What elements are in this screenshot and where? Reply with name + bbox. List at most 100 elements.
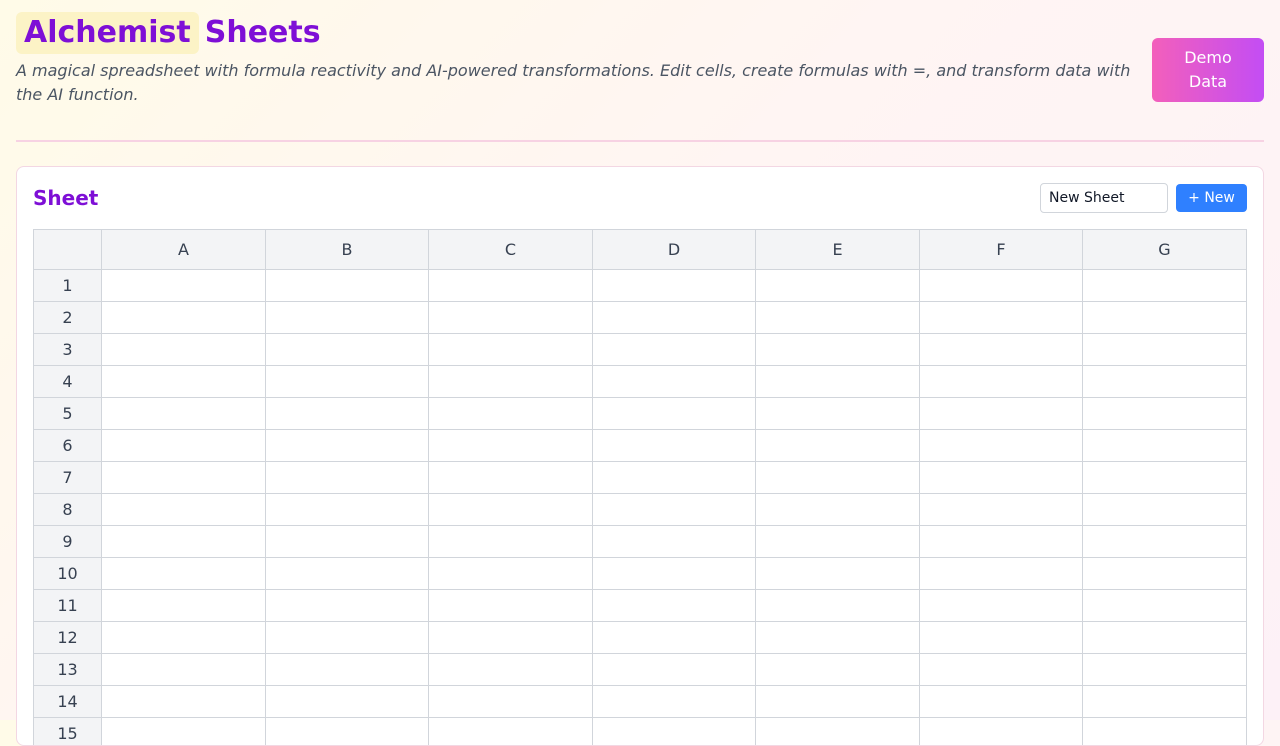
grid-cell[interactable] <box>266 398 429 430</box>
grid-cell[interactable] <box>429 526 593 558</box>
grid-cell[interactable] <box>920 430 1083 462</box>
grid-cell[interactable] <box>593 270 756 302</box>
grid-cell[interactable] <box>429 590 593 622</box>
grid-cell[interactable] <box>756 494 920 526</box>
grid-cell[interactable] <box>920 366 1083 398</box>
grid-cell[interactable] <box>593 590 756 622</box>
grid-cell[interactable] <box>920 398 1083 430</box>
grid-cell[interactable] <box>1083 270 1247 302</box>
row-header[interactable]: 10 <box>34 558 102 590</box>
grid-cell[interactable] <box>429 462 593 494</box>
grid-cell[interactable] <box>102 622 266 654</box>
grid-cell[interactable] <box>429 622 593 654</box>
grid-cell[interactable] <box>920 622 1083 654</box>
grid-cell[interactable] <box>1083 558 1247 590</box>
grid-cell[interactable] <box>920 462 1083 494</box>
grid-cell[interactable] <box>266 334 429 366</box>
grid-cell[interactable] <box>102 462 266 494</box>
grid-cell[interactable] <box>266 494 429 526</box>
grid-cell[interactable] <box>266 654 429 686</box>
grid-cell[interactable] <box>593 334 756 366</box>
grid-cell[interactable] <box>593 398 756 430</box>
grid-cell[interactable] <box>1083 334 1247 366</box>
grid-cell[interactable] <box>920 494 1083 526</box>
column-header[interactable]: G <box>1083 230 1247 270</box>
grid-cell[interactable] <box>756 430 920 462</box>
grid-cell[interactable] <box>266 590 429 622</box>
new-sheet-button[interactable]: + New <box>1176 184 1247 212</box>
grid-cell[interactable] <box>920 558 1083 590</box>
grid-cell[interactable] <box>756 718 920 746</box>
grid-cell[interactable] <box>593 526 756 558</box>
grid-cell[interactable] <box>266 686 429 718</box>
grid-cell[interactable] <box>1083 686 1247 718</box>
grid-cell[interactable] <box>429 366 593 398</box>
row-header[interactable]: 3 <box>34 334 102 366</box>
grid-cell[interactable] <box>756 270 920 302</box>
grid-cell[interactable] <box>102 302 266 334</box>
grid-cell[interactable] <box>102 430 266 462</box>
grid-cell[interactable] <box>102 366 266 398</box>
grid-cell[interactable] <box>429 558 593 590</box>
grid-cell[interactable] <box>756 622 920 654</box>
grid-cell[interactable] <box>756 398 920 430</box>
grid-cell[interactable] <box>102 270 266 302</box>
row-header[interactable]: 14 <box>34 686 102 718</box>
grid-cell[interactable] <box>1083 366 1247 398</box>
grid-cell[interactable] <box>593 302 756 334</box>
grid-cell[interactable] <box>429 302 593 334</box>
grid-cell[interactable] <box>593 558 756 590</box>
grid-cell[interactable] <box>756 366 920 398</box>
sheet-name-input[interactable] <box>1040 183 1168 213</box>
grid-cell[interactable] <box>756 590 920 622</box>
grid-cell[interactable] <box>920 526 1083 558</box>
grid-cell[interactable] <box>1083 494 1247 526</box>
grid-cell[interactable] <box>266 302 429 334</box>
grid-cell[interactable] <box>756 654 920 686</box>
grid-cell[interactable] <box>920 270 1083 302</box>
grid-cell[interactable] <box>1083 590 1247 622</box>
grid-cell[interactable] <box>266 462 429 494</box>
grid-cell[interactable] <box>266 526 429 558</box>
grid-cell[interactable] <box>266 270 429 302</box>
grid-cell[interactable] <box>102 526 266 558</box>
grid-cell[interactable] <box>266 366 429 398</box>
grid-cell[interactable] <box>593 430 756 462</box>
grid-cell[interactable] <box>593 622 756 654</box>
grid-cell[interactable] <box>920 590 1083 622</box>
grid-cell[interactable] <box>429 686 593 718</box>
row-header[interactable]: 6 <box>34 430 102 462</box>
column-header[interactable]: B <box>266 230 429 270</box>
grid-cell[interactable] <box>756 302 920 334</box>
grid-cell[interactable] <box>593 654 756 686</box>
grid-cell[interactable] <box>102 558 266 590</box>
grid-cell[interactable] <box>1083 526 1247 558</box>
row-header[interactable]: 15 <box>34 718 102 746</box>
column-header[interactable]: F <box>920 230 1083 270</box>
grid-cell[interactable] <box>266 718 429 746</box>
grid-cell[interactable] <box>429 334 593 366</box>
grid-cell[interactable] <box>429 270 593 302</box>
grid-cell[interactable] <box>1083 462 1247 494</box>
grid-cell[interactable] <box>756 558 920 590</box>
grid-cell[interactable] <box>102 686 266 718</box>
grid-cell[interactable] <box>266 430 429 462</box>
row-header[interactable]: 7 <box>34 462 102 494</box>
grid-cell[interactable] <box>756 526 920 558</box>
grid-cell[interactable] <box>1083 718 1247 746</box>
grid-cell[interactable] <box>102 590 266 622</box>
grid-cell[interactable] <box>593 686 756 718</box>
column-header[interactable]: E <box>756 230 920 270</box>
grid-cell[interactable] <box>429 718 593 746</box>
grid-cell[interactable] <box>920 718 1083 746</box>
grid-cell[interactable] <box>266 558 429 590</box>
grid-cell[interactable] <box>266 622 429 654</box>
grid-cell[interactable] <box>756 462 920 494</box>
grid-cell[interactable] <box>1083 430 1247 462</box>
grid-cell[interactable] <box>102 654 266 686</box>
row-header[interactable]: 9 <box>34 526 102 558</box>
column-header[interactable]: D <box>593 230 756 270</box>
grid-cell[interactable] <box>429 398 593 430</box>
grid-cell[interactable] <box>429 494 593 526</box>
row-header[interactable]: 13 <box>34 654 102 686</box>
